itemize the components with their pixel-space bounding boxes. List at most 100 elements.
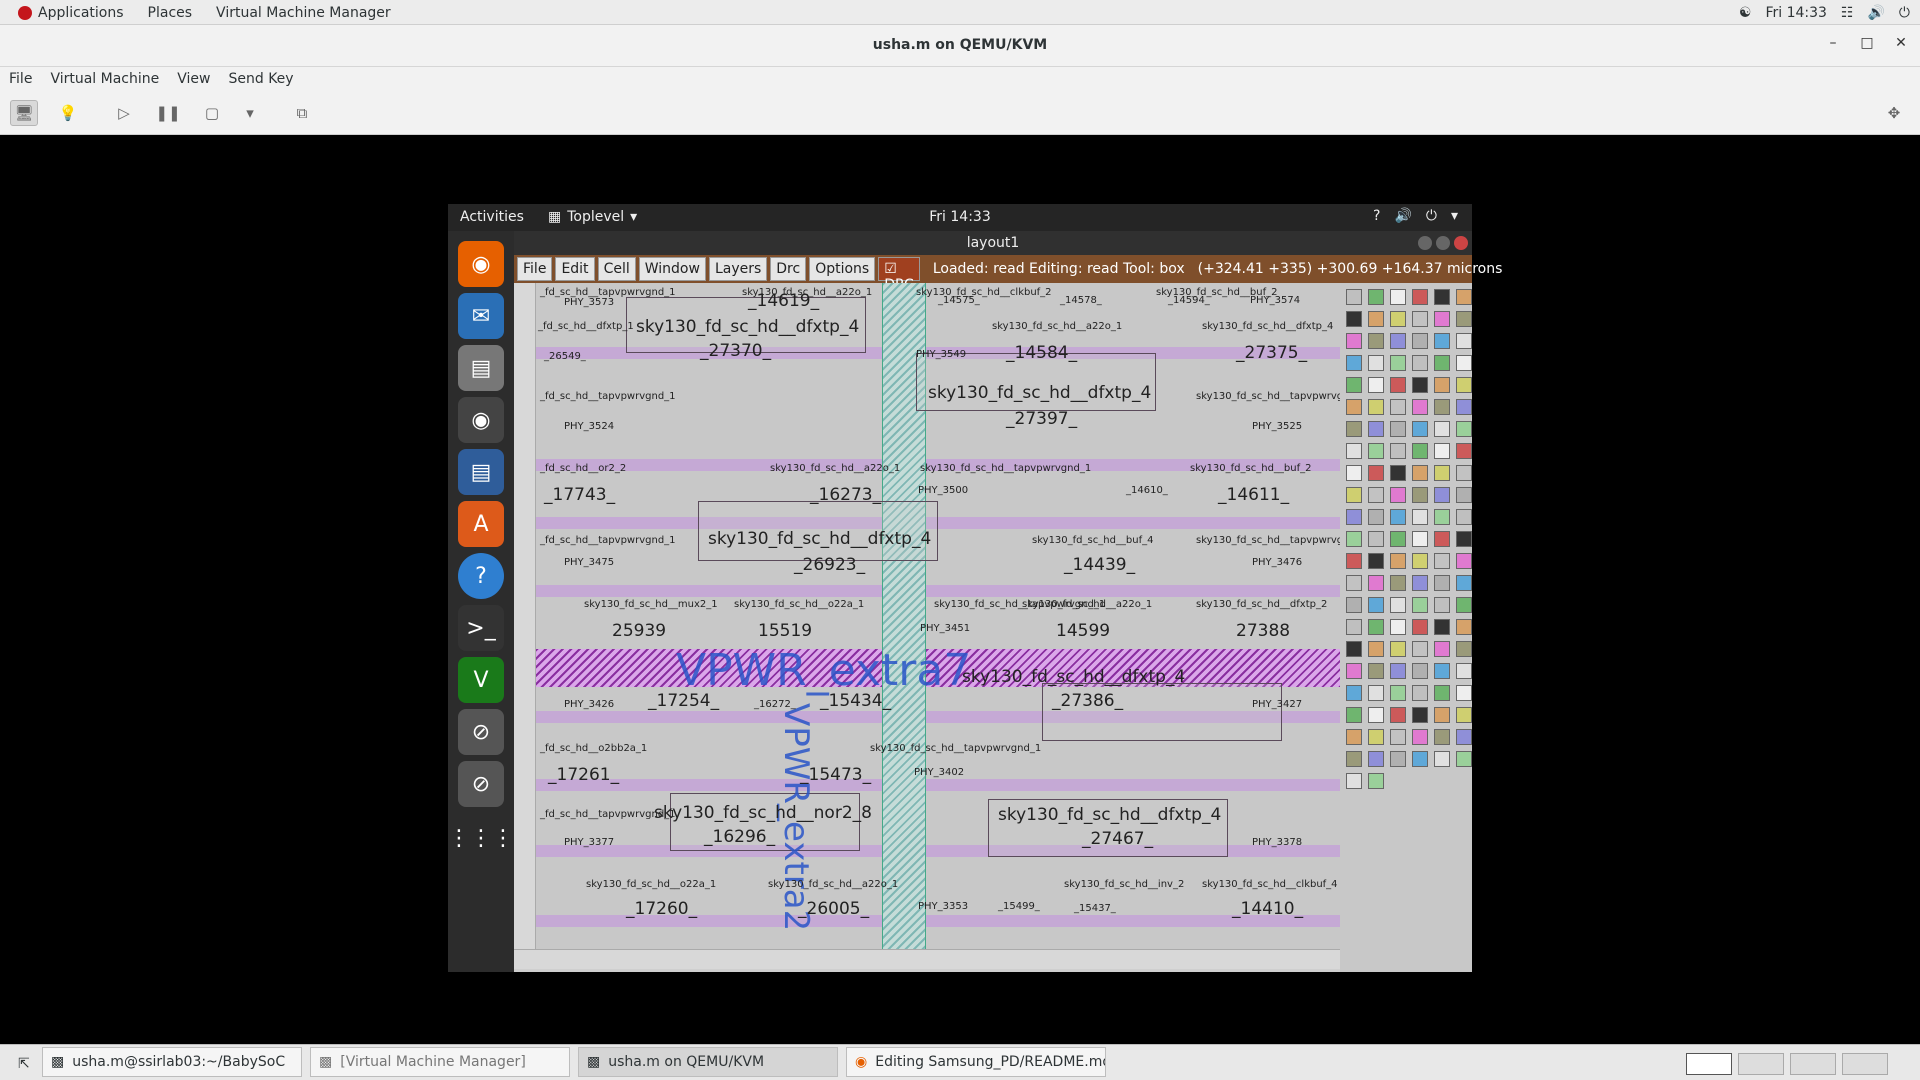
layer-swatch[interactable] xyxy=(1434,443,1450,459)
magic-menu-drc[interactable]: Drc xyxy=(770,257,807,281)
layer-swatch[interactable] xyxy=(1390,355,1406,371)
layer-swatch[interactable] xyxy=(1346,553,1362,569)
layer-swatch[interactable] xyxy=(1390,531,1406,547)
pause-button[interactable]: ❚❚ xyxy=(154,100,182,126)
layer-swatch[interactable] xyxy=(1434,663,1450,679)
network-icon[interactable]: ☷ xyxy=(1841,5,1854,21)
layer-swatch[interactable] xyxy=(1368,575,1384,591)
workspace-3[interactable] xyxy=(1790,1053,1836,1075)
layer-swatch[interactable] xyxy=(1346,619,1362,635)
layer-swatch[interactable] xyxy=(1346,575,1362,591)
layer-swatch[interactable] xyxy=(1390,663,1406,679)
show-desktop-icon[interactable]: ⇱ xyxy=(10,1049,38,1079)
layer-swatch[interactable] xyxy=(1456,311,1472,327)
help-icon[interactable]: ? xyxy=(458,553,504,599)
magic-menu-cell[interactable]: Cell xyxy=(597,257,636,281)
layer-swatch[interactable] xyxy=(1412,333,1428,349)
applications-menu[interactable]: Applications xyxy=(6,0,136,25)
layer-swatch[interactable] xyxy=(1368,509,1384,525)
menu-send-key[interactable]: Send Key xyxy=(219,71,302,87)
layer-swatch[interactable] xyxy=(1456,663,1472,679)
layer-swatch[interactable] xyxy=(1368,773,1384,789)
layer-swatch[interactable] xyxy=(1368,443,1384,459)
maximize-button[interactable]: □ xyxy=(1856,35,1878,51)
volume-icon[interactable]: 🔊 xyxy=(1394,208,1411,224)
layer-swatch[interactable] xyxy=(1346,663,1362,679)
layer-swatch[interactable] xyxy=(1434,531,1450,547)
layer-swatch[interactable] xyxy=(1434,399,1450,415)
layer-swatch[interactable] xyxy=(1390,311,1406,327)
layer-swatch[interactable] xyxy=(1434,707,1450,723)
power-icon[interactable]: ⏻ xyxy=(1426,208,1437,224)
layer-swatch[interactable] xyxy=(1390,729,1406,745)
layer-swatch[interactable] xyxy=(1434,355,1450,371)
layer-swatch[interactable] xyxy=(1412,729,1428,745)
layer-swatch[interactable] xyxy=(1346,465,1362,481)
layer-swatch[interactable] xyxy=(1390,575,1406,591)
layer-swatch[interactable] xyxy=(1390,421,1406,437)
layer-swatch[interactable] xyxy=(1346,421,1362,437)
task-firefox[interactable]: ◉ Editing Samsung_PD/README.md at... xyxy=(846,1047,1106,1077)
task-terminal[interactable]: ▩ usha.m@ssirlab03:~/BabySoC xyxy=(42,1047,302,1077)
task-virt-manager[interactable]: ▩ [Virtual Machine Manager] xyxy=(310,1047,570,1077)
workspace-1[interactable] xyxy=(1686,1053,1732,1075)
layer-swatch[interactable] xyxy=(1346,443,1362,459)
layer-swatch[interactable] xyxy=(1434,619,1450,635)
layer-swatch[interactable] xyxy=(1456,509,1472,525)
writer-icon[interactable]: ▤ xyxy=(458,449,504,495)
vmm-menu[interactable]: Virtual Machine Manager xyxy=(204,0,403,25)
layer-swatch[interactable] xyxy=(1456,399,1472,415)
minimize-button[interactable] xyxy=(1418,236,1432,250)
layer-swatch[interactable] xyxy=(1346,487,1362,503)
workspace-4[interactable] xyxy=(1842,1053,1888,1075)
layer-swatch[interactable] xyxy=(1346,685,1362,701)
software-icon[interactable]: A xyxy=(458,501,504,547)
layer-swatch[interactable] xyxy=(1456,597,1472,613)
layer-swatch[interactable] xyxy=(1346,311,1362,327)
layer-swatch[interactable] xyxy=(1434,289,1450,305)
workspace-2[interactable] xyxy=(1738,1053,1784,1075)
places-menu[interactable]: Places xyxy=(136,0,205,25)
layer-swatch[interactable] xyxy=(1390,399,1406,415)
thunderbird-icon[interactable]: ✉ xyxy=(458,293,504,339)
layer-swatch[interactable] xyxy=(1368,333,1384,349)
rhythmbox-icon[interactable]: ◉ xyxy=(458,397,504,443)
layer-swatch[interactable] xyxy=(1434,597,1450,613)
layer-swatch[interactable] xyxy=(1434,333,1450,349)
layer-swatch[interactable] xyxy=(1412,575,1428,591)
layer-swatch[interactable] xyxy=(1456,619,1472,635)
layer-swatch[interactable] xyxy=(1434,421,1450,437)
layer-swatch[interactable] xyxy=(1434,487,1450,503)
magic-menu-options[interactable]: Options xyxy=(809,257,876,281)
layer-swatch[interactable] xyxy=(1368,729,1384,745)
maximize-button[interactable] xyxy=(1436,236,1450,250)
layer-swatch[interactable] xyxy=(1456,421,1472,437)
layer-swatch[interactable] xyxy=(1434,641,1450,657)
layer-swatch[interactable] xyxy=(1412,553,1428,569)
layer-swatch[interactable] xyxy=(1434,465,1450,481)
layer-swatch[interactable] xyxy=(1390,597,1406,613)
layer-swatch[interactable] xyxy=(1456,487,1472,503)
layer-swatch[interactable] xyxy=(1390,443,1406,459)
layer-swatch[interactable] xyxy=(1368,289,1384,305)
run-button[interactable]: ▷ xyxy=(110,100,138,126)
files-icon[interactable]: ▤ xyxy=(458,345,504,391)
layer-swatch[interactable] xyxy=(1368,531,1384,547)
blocked-app-icon[interactable]: ⊘ xyxy=(458,709,504,755)
layer-swatch[interactable] xyxy=(1456,751,1472,767)
layer-swatch[interactable] xyxy=(1390,685,1406,701)
minimize-button[interactable]: – xyxy=(1822,35,1844,51)
layer-swatch[interactable] xyxy=(1368,619,1384,635)
layer-swatch[interactable] xyxy=(1456,333,1472,349)
layer-swatch[interactable] xyxy=(1390,465,1406,481)
layer-swatch[interactable] xyxy=(1368,641,1384,657)
layer-swatch[interactable] xyxy=(1412,355,1428,371)
layer-swatch[interactable] xyxy=(1412,685,1428,701)
layer-swatch[interactable] xyxy=(1346,333,1362,349)
layer-swatch[interactable] xyxy=(1456,707,1472,723)
layer-swatch[interactable] xyxy=(1456,641,1472,657)
show-apps-icon[interactable]: ⋮⋮⋮ xyxy=(448,815,514,861)
layer-swatch[interactable] xyxy=(1412,751,1428,767)
layer-swatch[interactable] xyxy=(1368,663,1384,679)
layer-swatch[interactable] xyxy=(1368,751,1384,767)
